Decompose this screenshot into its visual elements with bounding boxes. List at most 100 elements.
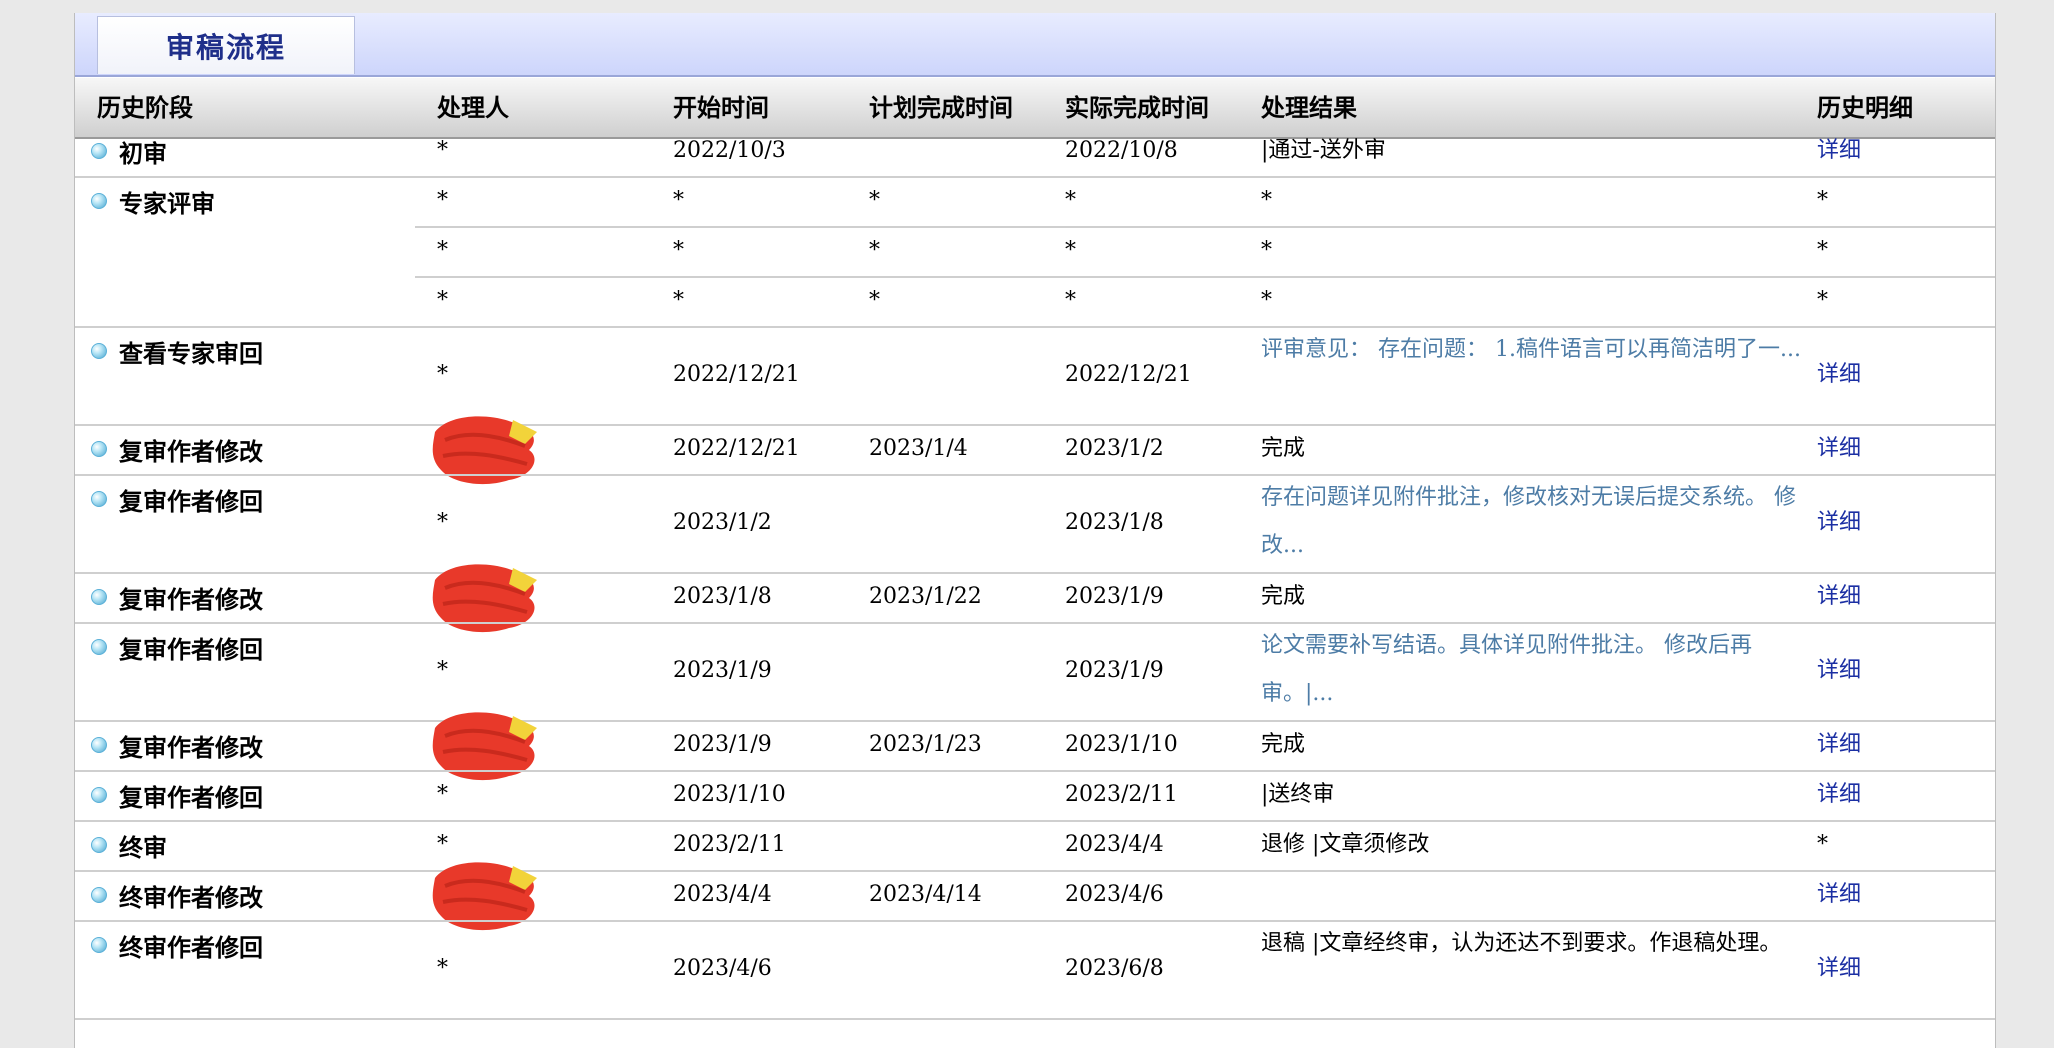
- bullet-icon: [91, 737, 107, 753]
- actual-time-cell: 2022/10/8: [1065, 138, 1178, 163]
- start-time-cell: 2023/4/6: [673, 956, 772, 981]
- actual-time-cell: *: [1065, 188, 1076, 213]
- stage-label: 终审: [119, 832, 167, 862]
- table-row: 终审 * 2023/2/11 2023/4/4 退修 |文章须修改 *: [75, 820, 1995, 870]
- detail-link[interactable]: 详细: [1817, 424, 1861, 474]
- detail-link[interactable]: 详细: [1817, 350, 1861, 400]
- tab-bar: 审稿流程: [75, 13, 1995, 77]
- bullet-icon: [91, 787, 107, 803]
- detail-link[interactable]: 详细: [1817, 646, 1861, 696]
- stage-cell: 终审作者修改: [91, 870, 263, 920]
- detail-cell: *: [1817, 188, 1828, 213]
- planned-time-cell: *: [869, 288, 880, 313]
- bullet-icon: [91, 343, 107, 359]
- detail-link[interactable]: 详细: [1817, 770, 1861, 820]
- table-row: 复审作者修改 2022/12/21 2023/1/4 2023/1/2 完成 详细: [75, 416, 1995, 485]
- table-row: 终审作者修回 * 2023/4/6 2023/6/8 退稿 |文章经终审，认为还达不到要…: [75, 920, 1995, 1018]
- actual-time-cell: 2022/12/21: [1065, 362, 1192, 387]
- stage-label: 复审作者修改: [119, 732, 263, 762]
- stage-cell: 初审: [91, 126, 167, 176]
- stage-cell: 查看专家审回: [91, 326, 263, 376]
- bullet-icon: [91, 937, 107, 953]
- stage-cell: 复审作者修改: [91, 424, 263, 474]
- stage-label: 专家评审: [119, 188, 215, 218]
- start-time-cell: 2023/2/11: [673, 832, 786, 857]
- table-row: 初审 * 2022/10/3 2022/10/8 |通过-送外审 详细: [75, 126, 1995, 176]
- planned-time-cell: *: [869, 238, 880, 263]
- stage-label: 查看专家审回: [119, 338, 263, 368]
- result-cell[interactable]: 存在问题详见附件批注，修改核对无误后提交系统。 修改...: [1261, 474, 1801, 570]
- stage-label: 复审作者修改: [119, 584, 263, 614]
- planned-time-cell: 2023/1/4: [869, 436, 968, 461]
- stage-label: 初审: [119, 138, 167, 168]
- stage-cell: 复审作者修回: [91, 770, 263, 820]
- start-time-cell: *: [673, 238, 684, 263]
- stage-cell: 专家评审: [91, 176, 215, 226]
- table-row: 复审作者修回 * 2023/1/2 2023/1/8 存在问题详见附件批注，修改核对无误…: [75, 474, 1995, 572]
- actual-time-cell: 2023/2/11: [1065, 782, 1178, 807]
- stage-label: 终审作者修改: [119, 882, 263, 912]
- handler-cell: *: [437, 510, 448, 535]
- detail-cell: *: [1817, 288, 1828, 313]
- table-row: 终审作者修改 2023/4/4 2023/4/14 2023/4/6 详细: [75, 862, 1995, 931]
- result-cell: *: [1261, 238, 1272, 263]
- start-time-cell: 2023/1/2: [673, 510, 772, 535]
- stage-label: 复审作者修改: [119, 436, 263, 466]
- detail-link[interactable]: 详细: [1817, 944, 1861, 994]
- result-cell: 完成: [1261, 732, 1306, 757]
- stage-label: 复审作者修回: [119, 634, 263, 664]
- result-cell: 完成: [1261, 584, 1306, 609]
- actual-time-cell: 2023/4/6: [1065, 882, 1164, 907]
- start-time-cell: *: [673, 288, 684, 313]
- stage-label: 复审作者修回: [119, 486, 263, 516]
- handler-cell: *: [437, 238, 448, 263]
- planned-time-cell: 2023/1/23: [869, 732, 982, 757]
- table-row: 复审作者修改 2023/1/9 2023/1/23 2023/1/10 完成 详细: [75, 712, 1995, 781]
- stage-cell: 终审作者修回: [91, 920, 263, 970]
- bullet-icon: [91, 441, 107, 457]
- bullet-icon: [91, 589, 107, 605]
- start-time-cell: 2022/12/21: [673, 436, 800, 461]
- bullet-icon: [91, 491, 107, 507]
- actual-time-cell: 2023/4/4: [1065, 832, 1164, 857]
- result-cell: 退稿 |文章经终审，认为还达不到要求。作退稿处理。: [1261, 931, 1782, 956]
- bullet-icon: [91, 837, 107, 853]
- planned-time-cell: 2023/4/14: [869, 882, 982, 907]
- actual-time-cell: *: [1065, 238, 1076, 263]
- bullet-icon: [91, 639, 107, 655]
- detail-cell: *: [1817, 832, 1828, 857]
- actual-time-cell: *: [1065, 288, 1076, 313]
- actual-time-cell: 2023/1/2: [1065, 436, 1164, 461]
- stage-label: 复审作者修回: [119, 782, 263, 812]
- result-cell[interactable]: 评审意见： 存在问题： 1.稿件语言可以再简洁明了一...: [1261, 326, 1801, 374]
- result-cell: *: [1261, 288, 1272, 313]
- table-row: 专家评审 * * * * * *: [75, 176, 1995, 226]
- handler-cell: *: [437, 288, 448, 313]
- actual-time-cell: 2023/1/9: [1065, 584, 1164, 609]
- detail-link[interactable]: 详细: [1817, 720, 1861, 770]
- actual-time-cell: 2023/1/10: [1065, 732, 1178, 757]
- start-time-cell: 2023/1/10: [673, 782, 786, 807]
- handler-cell: *: [437, 138, 448, 163]
- result-cell: |通过-送外审: [1261, 138, 1386, 163]
- actual-time-cell: 2023/6/8: [1065, 956, 1164, 981]
- bullet-icon: [91, 887, 107, 903]
- detail-link[interactable]: 详细: [1817, 572, 1861, 622]
- result-cell[interactable]: 论文需要补写结语。具体详见附件批注。 修改后再审。|...: [1261, 622, 1801, 718]
- stage-cell: 复审作者修改: [91, 572, 263, 622]
- detail-link[interactable]: 详细: [1817, 498, 1861, 548]
- start-time-cell: 2023/1/9: [673, 732, 772, 757]
- result-cell: |送终审: [1261, 782, 1335, 807]
- detail-link[interactable]: 详细: [1817, 870, 1861, 920]
- actual-time-cell: 2023/1/8: [1065, 510, 1164, 535]
- detail-cell: *: [1817, 238, 1828, 263]
- handler-cell: *: [437, 362, 448, 387]
- start-time-cell: 2023/4/4: [673, 882, 772, 907]
- table-row: 复审作者修回 * 2023/1/10 2023/2/11 |送终审 详细: [75, 770, 1995, 820]
- stage-cell: 终审: [91, 820, 167, 870]
- detail-link[interactable]: 详细: [1817, 126, 1861, 176]
- planned-time-cell: *: [869, 188, 880, 213]
- table-row: 查看专家审回 * 2022/12/21 2022/12/21 评审意见： 存在问题： 1…: [75, 326, 1995, 424]
- row-divider: [75, 1018, 1995, 1020]
- tab-review-process[interactable]: 审稿流程: [97, 16, 355, 74]
